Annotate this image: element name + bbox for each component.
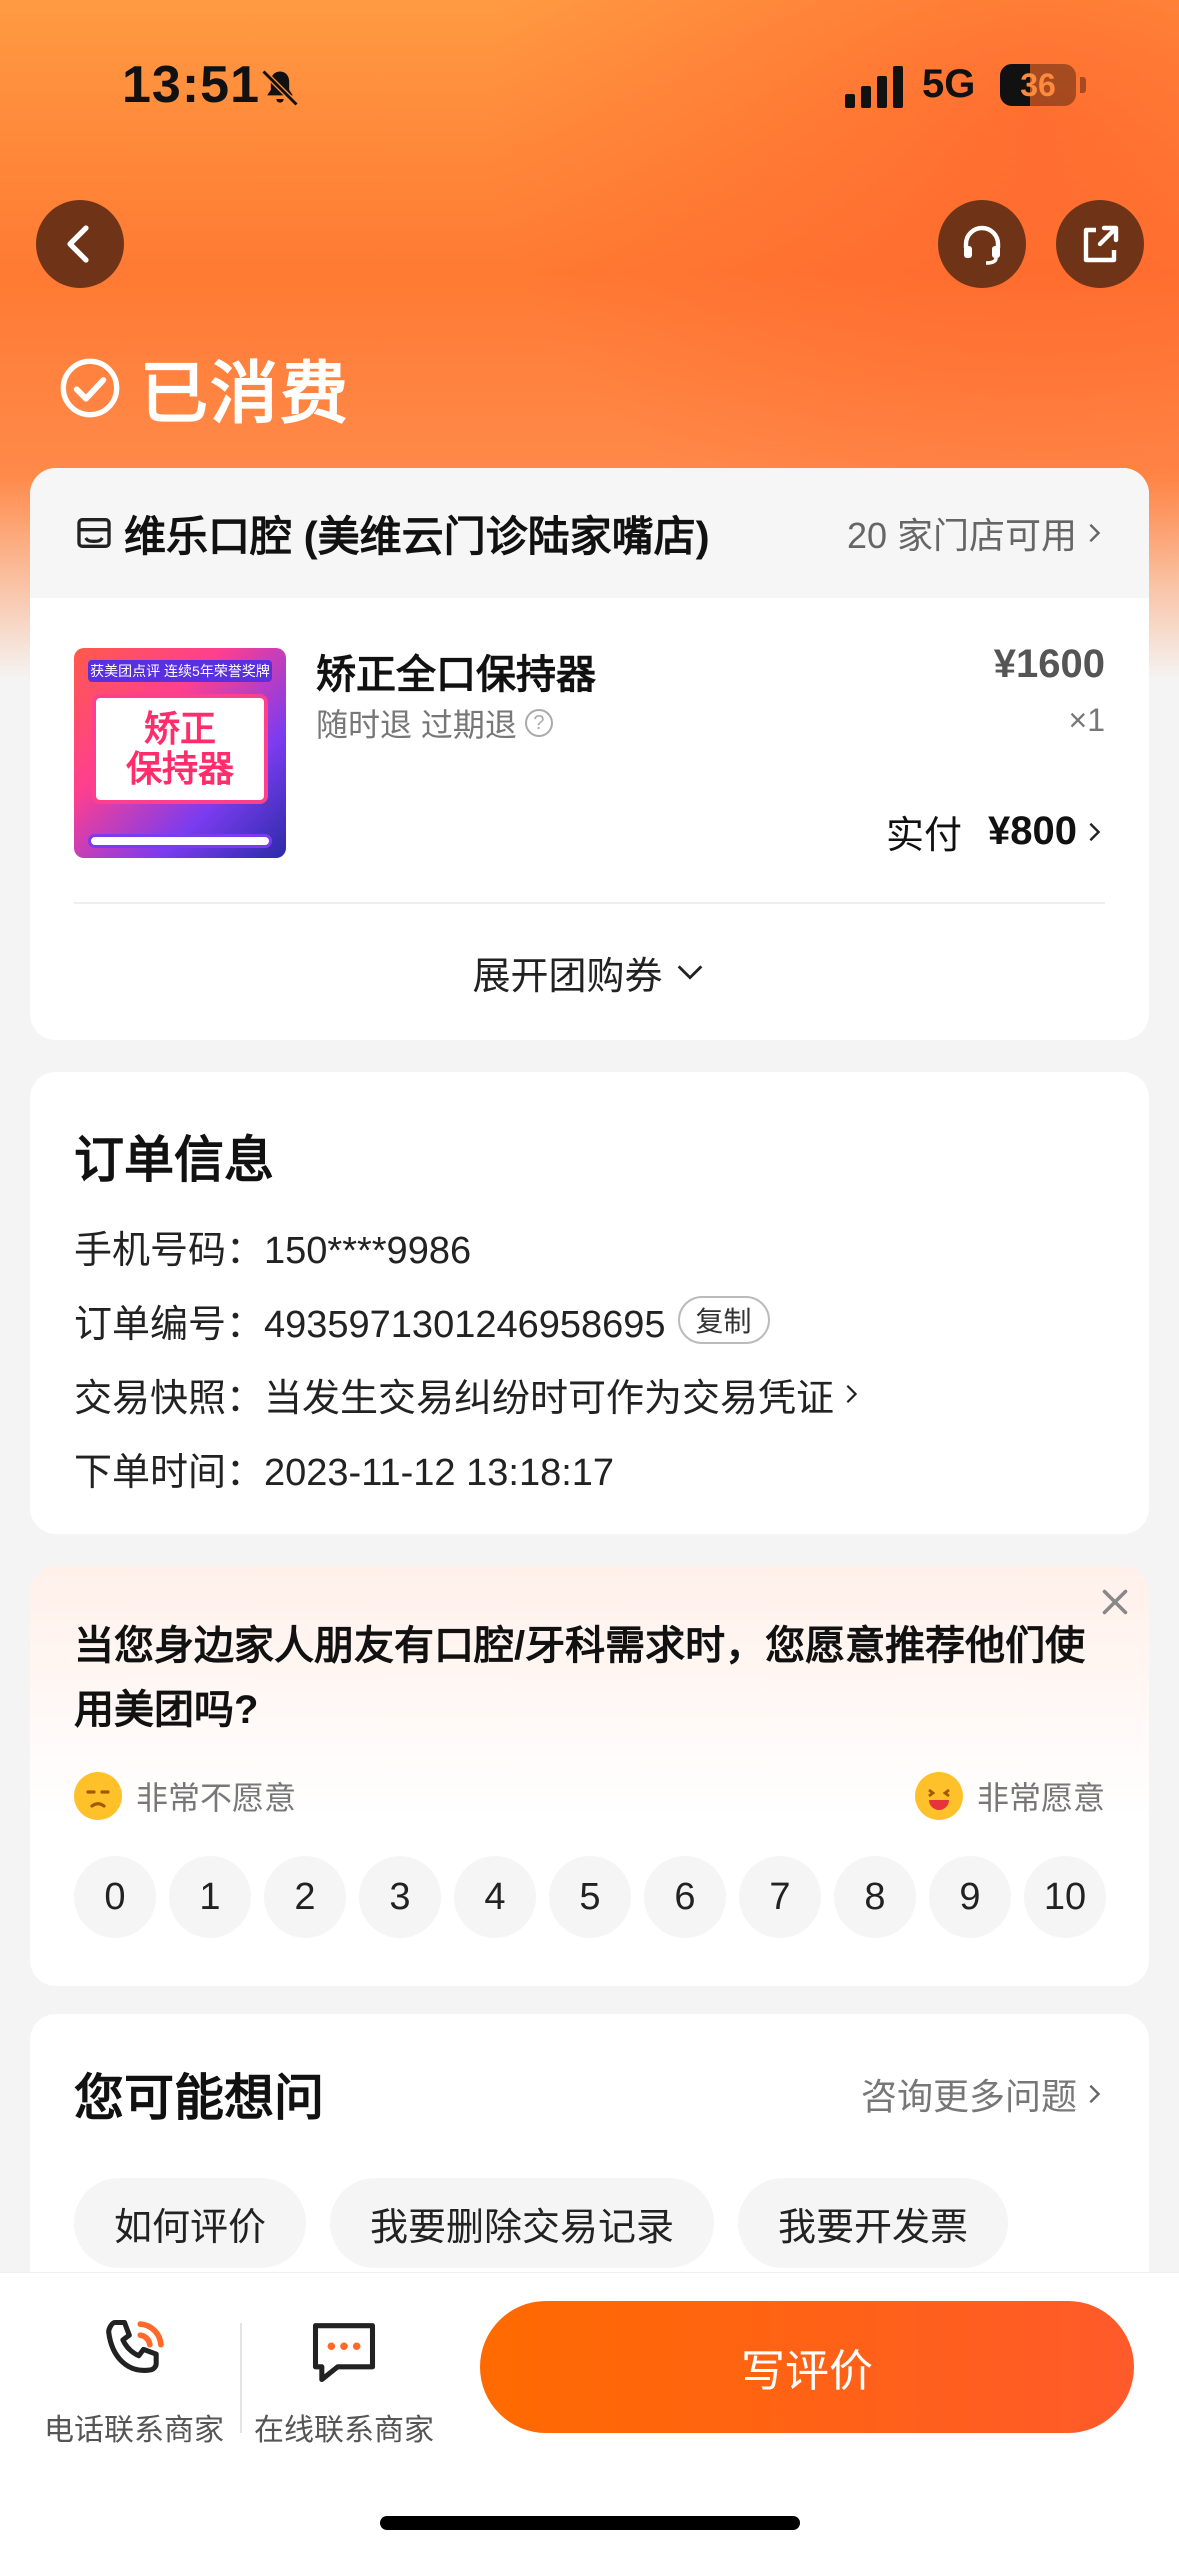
faq-more-link[interactable]: 咨询更多问题 <box>861 2068 1105 2120</box>
copy-button[interactable]: 复制 <box>677 1296 770 1344</box>
chevron-right-icon <box>1089 822 1101 841</box>
nps-score-option[interactable]: 4 <box>454 1856 536 1938</box>
chevron-down-icon <box>677 965 702 980</box>
product-title: 矫正全口保持器 <box>316 653 596 697</box>
nps-score-option[interactable]: 7 <box>739 1856 821 1938</box>
chat-merchant-label: 在线联系商家 <box>254 2414 434 2447</box>
divider <box>240 2323 242 2433</box>
nps-high-label: 非常愿意 <box>914 1772 1105 1820</box>
bottom-action-bar: 电话联系商家 在线联系商家 写评价 <box>0 2272 1179 2556</box>
nps-low-text: 非常不愿意 <box>136 1780 297 1816</box>
bell-muted-icon <box>261 69 299 107</box>
faq-more-text: 咨询更多问题 <box>860 2076 1077 2117</box>
call-merchant-label: 电话联系商家 <box>44 2414 224 2447</box>
chevron-right-icon <box>846 1384 858 1404</box>
nps-scale: 0 1 2 3 4 5 6 7 8 9 10 <box>74 1856 1106 1938</box>
nps-score-option[interactable]: 6 <box>644 1856 726 1938</box>
product-image-banner: 获美团点评 连续5年荣誉奖牌 <box>88 660 272 682</box>
headset-icon <box>963 225 1001 265</box>
shop-availability-text: 20 家门店可用 <box>846 515 1077 556</box>
happy-face-icon <box>914 1772 963 1820</box>
refund-policy-text: 随时退 过期退 <box>316 707 517 743</box>
chevron-right-icon <box>1089 2084 1101 2104</box>
nps-score-option[interactable]: 5 <box>549 1856 631 1938</box>
paid-label: 实付 <box>886 815 963 857</box>
faq-title: 您可能想问 <box>74 2070 324 2126</box>
product-image-line2: 保持器 <box>125 748 234 789</box>
chat-merchant-button[interactable]: 在线联系商家 <box>244 2313 444 2449</box>
back-arrow-icon <box>67 225 89 263</box>
faq-chips: 如何评价 我要删除交易记录 我要开发票 <box>74 2178 1105 2268</box>
write-review-button[interactable]: 写评价 <box>480 2301 1134 2433</box>
call-merchant-button[interactable]: 电话联系商家 <box>34 2313 234 2449</box>
order-number-row: 订单编号：4935971301246958695 复制 <box>74 1296 1105 1346</box>
product-image-line1: 矫正 <box>143 708 216 749</box>
status-bar: 13:51 5G 36 <box>0 0 1179 170</box>
product-quantity: ×1 <box>1068 702 1105 738</box>
nps-score-option[interactable]: 0 <box>74 1856 156 1938</box>
order-snapshot[interactable]: 交易快照：当发生交易纠纷时可作为交易凭证 <box>74 1374 1105 1420</box>
faq-chip[interactable]: 如何评价 <box>74 2178 307 2268</box>
share-icon <box>1083 225 1119 263</box>
order-number: 订单编号：4935971301246958695 <box>74 1303 666 1346</box>
store-icon <box>77 518 111 548</box>
signal-icon <box>845 66 903 108</box>
nps-score-option[interactable]: 3 <box>359 1856 441 1938</box>
chat-icon <box>312 2323 376 2383</box>
help-icon[interactable]: ? <box>524 709 553 737</box>
order-phone: 手机号码：150****9986 <box>74 1229 472 1272</box>
product-price: ¥1600 <box>993 642 1105 686</box>
paid-value: ¥800 <box>988 809 1077 853</box>
faq-chip[interactable]: 我要开发票 <box>738 2178 1009 2268</box>
sad-face-icon <box>74 1772 122 1820</box>
network-type: 5G <box>922 62 976 106</box>
nps-survey-card: 当您身边家人朋友有口腔/牙科需求时，您愿意推荐他们使用美团吗? 非常不愿意 非常… <box>30 1566 1149 1986</box>
expand-coupons-label: 展开团购券 <box>472 955 663 998</box>
shop-availability[interactable]: 20 家门店可用 <box>847 507 1105 559</box>
battery-level: 36 <box>1020 67 1056 103</box>
paid-amount[interactable]: 实付 ¥800 <box>886 804 1105 859</box>
order-time: 下单时间：2023-11-12 13:18:17 <box>74 1451 615 1494</box>
expand-coupons-button[interactable]: 展开团购券 <box>30 904 1149 1040</box>
product-row[interactable]: 获美团点评 连续5年荣誉奖牌 矫正 保持器 矫正全口保持器 随时退 过期退 ? … <box>30 598 1149 910</box>
order-status: 已消费 <box>58 338 350 437</box>
faq-chip[interactable]: 我要删除交易记录 <box>330 2178 715 2268</box>
back-button[interactable] <box>36 200 124 288</box>
battery-tip <box>1080 77 1086 93</box>
nps-score-option[interactable]: 1 <box>169 1856 251 1938</box>
shop-product-card: 维乐口腔 (美维云门诊陆家嘴店) 20 家门店可用 获美团点评 连续5年荣誉奖牌… <box>30 468 1149 1040</box>
nps-score-option[interactable]: 8 <box>834 1856 916 1938</box>
product-image: 获美团点评 连续5年荣誉奖牌 矫正 保持器 <box>74 648 286 858</box>
shop-name: 维乐口腔 (美维云门诊陆家嘴店) <box>74 503 710 564</box>
nps-score-option[interactable]: 10 <box>1024 1856 1106 1938</box>
battery-icon: 36 <box>1000 64 1076 106</box>
order-info-title: 订单信息 <box>74 1132 274 1188</box>
nps-score-option[interactable]: 9 <box>929 1856 1011 1938</box>
share-button[interactable] <box>1056 200 1144 288</box>
refund-policy: 随时退 过期退 ? <box>316 700 553 746</box>
nps-low-label: 非常不愿意 <box>74 1772 296 1820</box>
check-circle-icon <box>60 358 120 417</box>
status-time: 13:51 <box>122 56 260 114</box>
shop-header[interactable]: 维乐口腔 (美维云门诊陆家嘴店) 20 家门店可用 <box>30 468 1149 598</box>
order-info-card: 订单信息 手机号码：150****9986 订单编号：4935971301246… <box>30 1072 1149 1534</box>
shop-name-text: 维乐口腔 (美维云门诊陆家嘴店) <box>124 512 710 560</box>
order-status-label: 已消费 <box>140 356 351 432</box>
nps-high-text: 非常愿意 <box>976 1780 1105 1816</box>
phone-icon <box>106 2319 164 2373</box>
nps-question: 当您身边家人朋友有口腔/牙科需求时，您愿意推荐他们使用美团吗? <box>74 1624 1086 1732</box>
customer-service-button[interactable] <box>938 200 1026 288</box>
chevron-right-icon <box>1089 523 1101 543</box>
home-indicator[interactable] <box>380 2516 800 2530</box>
nps-score-option[interactable]: 2 <box>264 1856 346 1938</box>
order-snapshot-text: 交易快照：当发生交易纠纷时可作为交易凭证 <box>74 1377 835 1420</box>
